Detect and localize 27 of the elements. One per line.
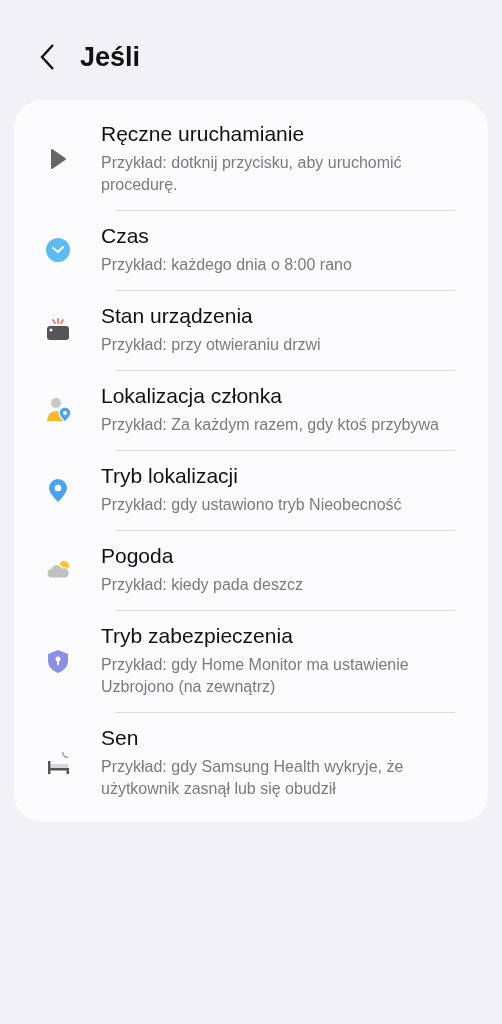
item-description: Przykład: dotknij przycisku, aby uruchomić procedurę. (101, 153, 403, 195)
item-description: Przykład: kiedy pada deszcz (101, 575, 303, 595)
list-item[interactable]: Tryb lokalizacji Przykład: gdy ustawiono tryb Nieobecność (14, 450, 488, 530)
page-title: Jeśli (80, 41, 141, 73)
item-description: Przykład: gdy Home Monitor ma ustawienie Uzbrojono (na zewnątrz) (101, 655, 410, 697)
item-title: Ręczne uruchamianie (101, 122, 306, 146)
item-title: Sen (101, 726, 140, 750)
item-title: Stan urządzenia (101, 304, 254, 328)
item-description: Przykład: gdy ustawiono tryb Nieobecność (101, 495, 402, 515)
list-item[interactable]: Tryb zabezpieczenia Przykład: gdy Home Monitor ma ustawienie Uzbrojono (na zewnątrz) (14, 610, 488, 712)
list-item[interactable]: Lokalizacja członka Przykład: Za każdym razem, gdy ktoś przybywa (14, 370, 488, 450)
list-item[interactable]: Czas Przykład: każdego dnia o 8:00 rano (14, 210, 488, 290)
item-title: Czas (101, 224, 150, 248)
item-title: Tryb lokalizacji (101, 464, 239, 488)
list-item[interactable]: Stan urządzenia Przykład: przy otwieraniu drzwi (14, 290, 488, 370)
clock-icon (44, 236, 72, 264)
person-pin-icon (44, 396, 72, 424)
list-item[interactable]: Pogoda Przykład: kiedy pada deszcz (14, 530, 488, 610)
item-title: Pogoda (101, 544, 175, 568)
item-title: Tryb zabezpieczenia (101, 624, 294, 648)
item-description: Przykład: przy otwieraniu drzwi (101, 335, 321, 355)
list-item[interactable]: Sen Przykład: gdy Samsung Health wykryje, że użytkownik zasnął lub się obudził (14, 712, 488, 814)
list-item[interactable]: Ręczne uruchamianie Przykład: dotknij przycisku, aby uruchomić procedurę. (14, 108, 488, 210)
item-description: Przykład: gdy Samsung Health wykryje, że użytkownik zasnął lub się obudził (101, 757, 405, 799)
item-description: Przykład: każdego dnia o 8:00 rano (101, 255, 352, 275)
item-description: Przykład: Za każdym razem, gdy ktoś przybywa (101, 415, 439, 435)
item-title: Lokalizacja członka (101, 384, 283, 408)
